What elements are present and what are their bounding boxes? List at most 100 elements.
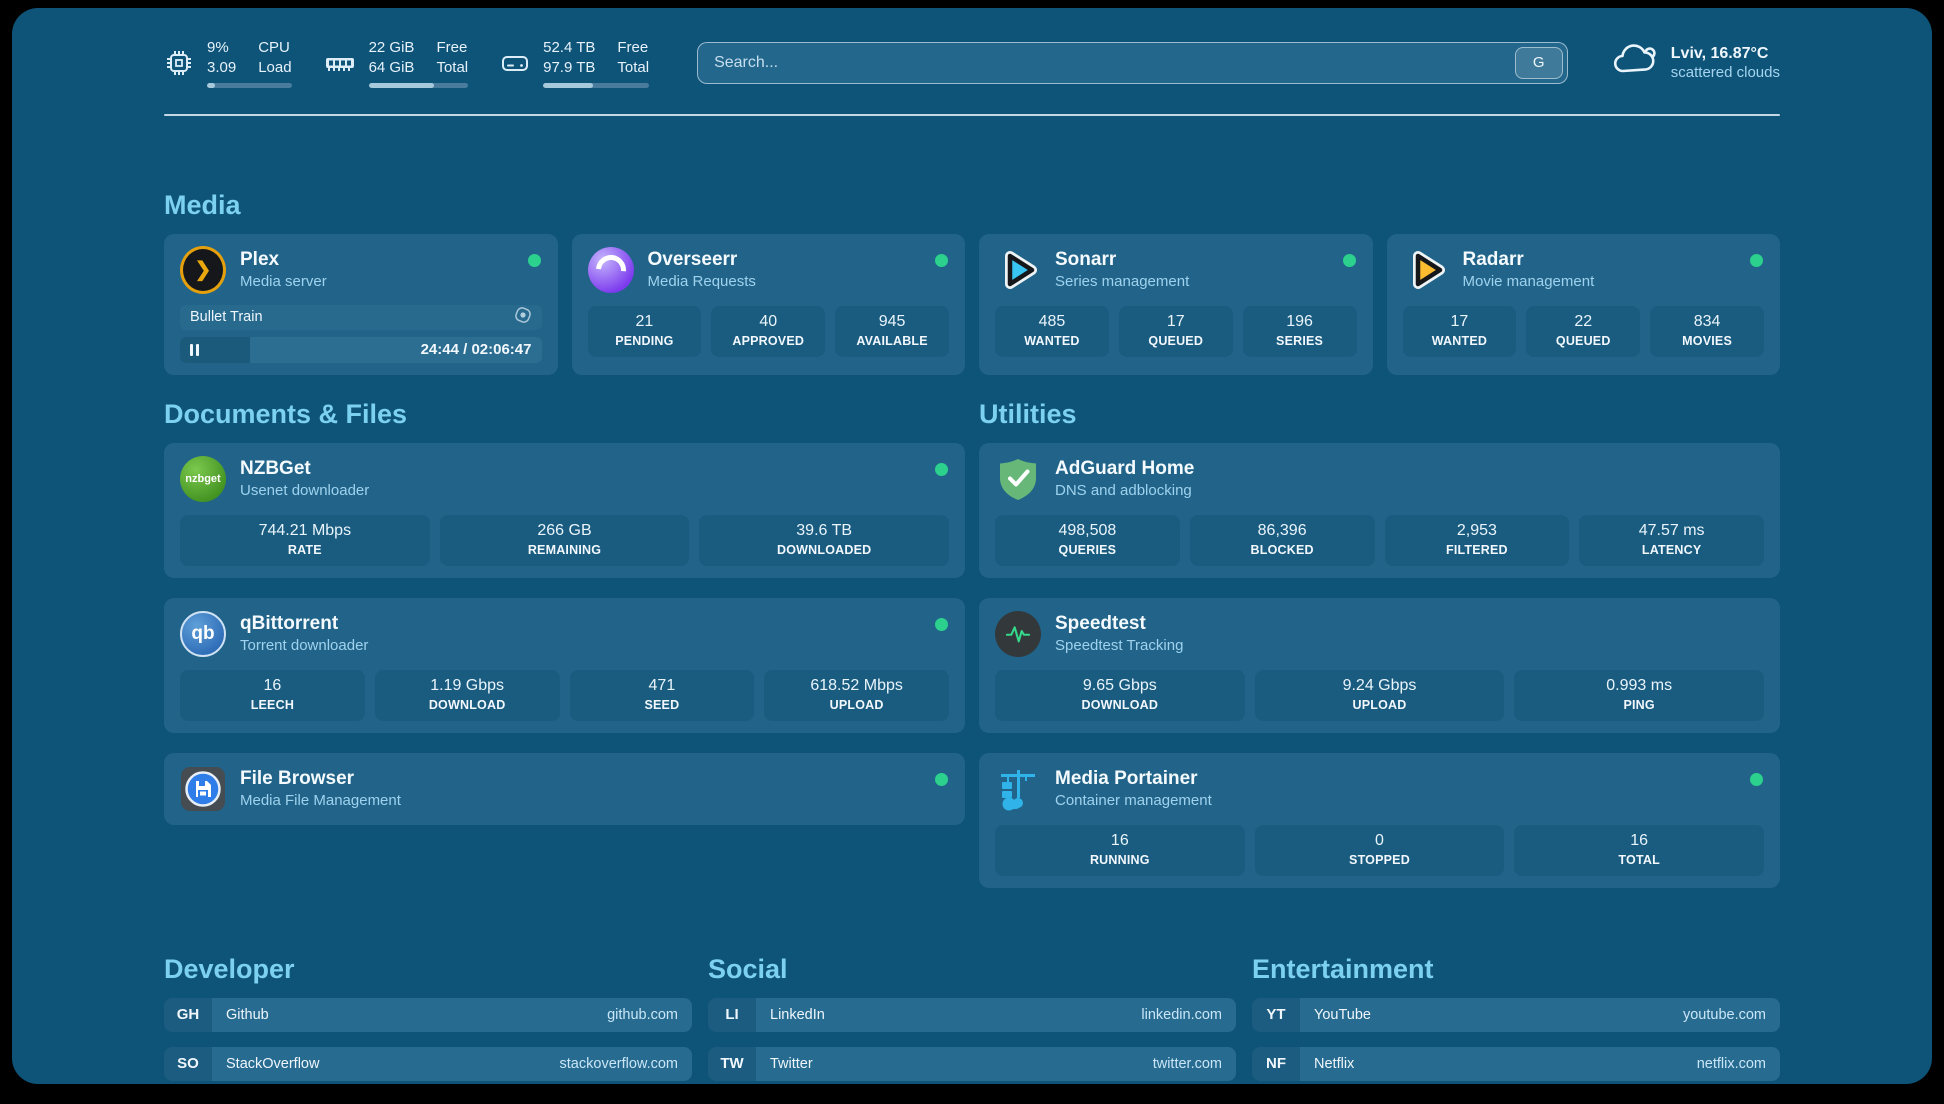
card-filebrowser[interactable]: File Browser Media File Management [164,753,965,825]
bookmark-twitter[interactable]: TW Twitter twitter.com [708,1047,1236,1081]
nzbget-logo-icon: nzbget [180,456,226,502]
bookmark-url: stackoverflow.com [560,1056,678,1072]
card-subtitle-qbittorrent: Torrent downloader [240,637,368,654]
stat-wanted: 485 WANTED [995,306,1109,357]
stat-filtered: 2,953 FILTERED [1385,515,1570,566]
bookmark-stackoverflow[interactable]: SO StackOverflow stackoverflow.com [164,1047,692,1081]
radarr-logo-icon [1403,247,1449,293]
card-sonarr[interactable]: Sonarr Series management 485 WANTED 17 Q… [979,234,1373,375]
overseerr-logo-icon [588,247,634,293]
dashboard-panel: 9% 3.09 CPU Load [12,8,1932,1084]
card-overseerr[interactable]: Overseerr Media Requests 21 PENDING 40 A… [572,234,966,375]
stat-latency: 47.57 ms LATENCY [1579,515,1764,566]
card-radarr[interactable]: Radarr Movie management 17 WANTED 22 QUE… [1387,234,1781,375]
card-title-nzbget: NZBGet [240,458,369,480]
stat-leech: 16 LEECH [180,670,365,721]
bookmark-name: LinkedIn [770,1007,825,1023]
card-title-qbittorrent: qBittorrent [240,613,368,635]
card-subtitle-filebrowser: Media File Management [240,792,401,809]
card-subtitle-plex: Media server [240,273,327,290]
status-dot [1750,773,1763,786]
card-plex[interactable]: ❯ Plex Media server Bullet Train [164,234,558,375]
card-title-radarr: Radarr [1463,249,1595,271]
section-title-entertainment: Entertainment [1252,954,1780,985]
card-title-adguard: AdGuard Home [1055,458,1194,480]
status-dot [935,463,948,476]
disk-free-label: Free [617,38,649,58]
bookmark-abbr: GH [164,998,212,1032]
card-speedtest[interactable]: Speedtest Speedtest Tracking 9.65 Gbps D… [979,598,1780,733]
memory-total-label: Total [436,58,468,78]
weather-condition: scattered clouds [1671,64,1780,81]
search-bar: G [697,42,1568,84]
bookmark-url: netflix.com [1697,1056,1766,1072]
bookmark-linkedin[interactable]: LI LinkedIn linkedin.com [708,998,1236,1032]
section-title-utilities: Utilities [979,399,1780,430]
portainer-logo-icon [995,766,1041,812]
status-dot [528,254,541,267]
stat-total: 16 TOTAL [1514,825,1764,876]
card-subtitle-overseerr: Media Requests [648,273,756,290]
bookmark-name: Twitter [770,1056,813,1072]
header-divider [164,114,1780,116]
bookmark-abbr: YT [1252,998,1300,1032]
card-subtitle-radarr: Movie management [1463,273,1595,290]
stat-wanted: 17 WANTED [1403,306,1517,357]
bookmark-github[interactable]: GH Github github.com [164,998,692,1032]
stat-approved: 40 APPROVED [711,306,825,357]
stat-running: 16 RUNNING [995,825,1245,876]
status-dot [935,618,948,631]
stat-download: 1.19 Gbps DOWNLOAD [375,670,560,721]
qbittorrent-logo-icon: qb [180,611,226,657]
video-session-icon [514,306,532,328]
status-dot [935,773,948,786]
card-qbittorrent[interactable]: qb qBittorrent Torrent downloader 16 LEE… [164,598,965,733]
memory-free-value: 22 GiB [369,38,415,58]
card-title-sonarr: Sonarr [1055,249,1189,271]
disk-icon [500,48,530,78]
search-input[interactable] [697,42,1568,84]
bookmark-url: twitter.com [1153,1056,1222,1072]
plex-logo-icon: ❯ [180,247,226,293]
stat-available: 945 AVAILABLE [835,306,949,357]
search-provider-button[interactable]: G [1515,47,1563,79]
disk-widget: 52.4 TB 97.9 TB Free Total [500,38,649,88]
cloud-icon [1612,42,1658,83]
cpu-usage-label: CPU [258,38,291,58]
disk-total-value: 97.9 TB [543,58,595,78]
bookmark-youtube[interactable]: YT YouTube youtube.com [1252,998,1780,1032]
status-dot [935,254,948,267]
section-title-documents: Documents & Files [164,399,965,430]
stat-pending: 21 PENDING [588,306,702,357]
status-dot [1343,254,1356,267]
bookmark-netflix[interactable]: NF Netflix netflix.com [1252,1047,1780,1081]
card-subtitle-speedtest: Speedtest Tracking [1055,637,1183,654]
bookmark-abbr: TW [708,1047,756,1081]
speedtest-logo-icon [995,611,1041,657]
card-subtitle-nzbget: Usenet downloader [240,482,369,499]
section-title-developer: Developer [164,954,692,985]
weather-widget[interactable]: Lviv, 16.87°C scattered clouds [1612,42,1780,83]
adguard-logo-icon [995,456,1041,502]
now-playing-title: Bullet Train [190,309,263,325]
cpu-widget: 9% 3.09 CPU Load [164,38,292,88]
pause-icon[interactable] [190,344,199,356]
playback-progress-bar: 24:44 / 02:06:47 [180,337,542,363]
bookmark-name: StackOverflow [226,1056,319,1072]
stat-download: 9.65 Gbps DOWNLOAD [995,670,1245,721]
memory-progress-bar [369,83,469,88]
card-adguard[interactable]: AdGuard Home DNS and adblocking 498,508 … [979,443,1780,578]
playback-time: 24:44 / 02:06:47 [421,341,532,358]
card-title-speedtest: Speedtest [1055,613,1183,635]
stat-remaining: 266 GB REMAINING [440,515,690,566]
card-portainer[interactable]: Media Portainer Container management 16 … [979,753,1780,888]
stat-upload: 9.24 Gbps UPLOAD [1255,670,1505,721]
bookmark-abbr: SO [164,1047,212,1081]
bookmark-name: YouTube [1314,1007,1371,1023]
stat-queued: 17 QUEUED [1119,306,1233,357]
card-title-filebrowser: File Browser [240,768,401,790]
top-bar: 9% 3.09 CPU Load [164,38,1780,88]
stat-ping: 0.993 ms PING [1514,670,1764,721]
card-nzbget[interactable]: nzbget NZBGet Usenet downloader 744.21 M… [164,443,965,578]
memory-icon [324,48,356,78]
